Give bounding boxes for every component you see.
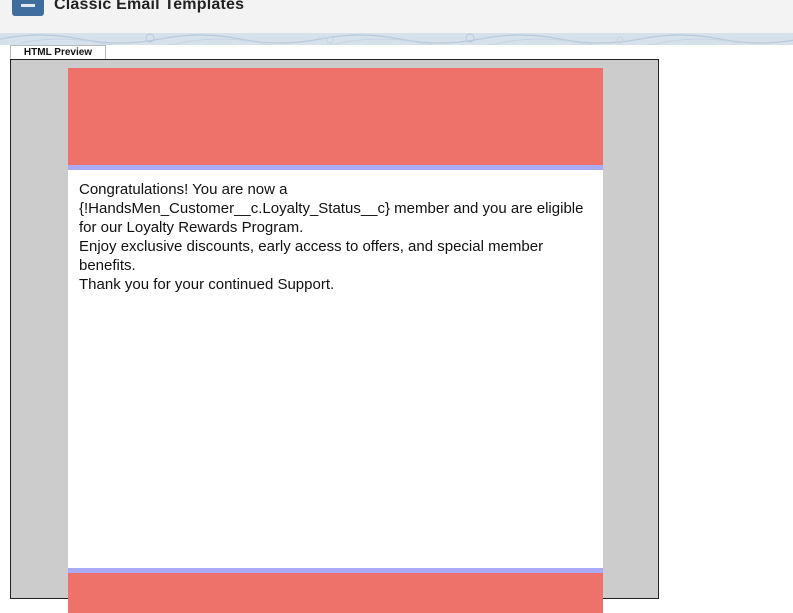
banner-pattern-icon <box>0 33 793 45</box>
page-title: Classic Email Templates <box>54 0 245 13</box>
email-header-band <box>68 68 603 165</box>
email-header-accent <box>68 165 603 170</box>
decorative-banner <box>0 33 793 45</box>
tab-html-preview[interactable]: HTML Preview <box>10 45 106 60</box>
email-line-congratulations: Congratulations! You are now a {!HandsMe… <box>79 181 584 236</box>
email-line-benefits: Enjoy exclusive discounts, early access … <box>79 238 544 274</box>
page-header: Classic Email Templates <box>0 0 793 33</box>
html-preview-frame: Congratulations! You are now a {!HandsMe… <box>10 59 659 613</box>
email-line-thanks: Thank you for your continued Support. <box>79 276 335 293</box>
email-template-icon <box>12 0 44 16</box>
email-message: Congratulations! You are now a {!HandsMe… <box>79 180 599 294</box>
email-footer-band <box>68 573 603 613</box>
email-body: Congratulations! You are now a {!HandsMe… <box>68 68 603 613</box>
